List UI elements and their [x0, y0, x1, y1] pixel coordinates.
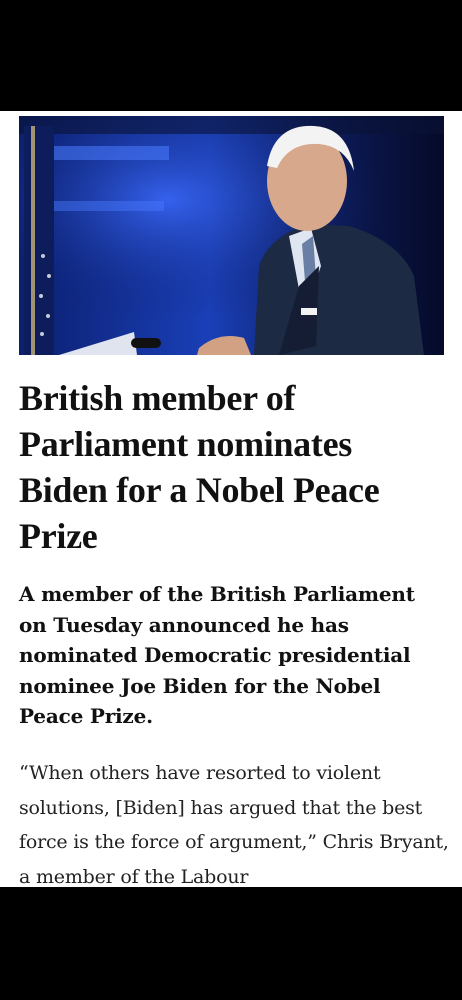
article-view[interactable]: British member of Parliament nominates B… — [0, 111, 462, 887]
article-body-paragraph: “When others have resorted to violent so… — [19, 762, 449, 887]
screen: British member of Parliament nominates B… — [0, 0, 462, 1000]
article-summary: A member of the British Parliament on Tu… — [19, 582, 415, 728]
hero-image[interactable] — [19, 116, 444, 355]
article-headline: British member of Parliament nominates B… — [19, 378, 380, 556]
